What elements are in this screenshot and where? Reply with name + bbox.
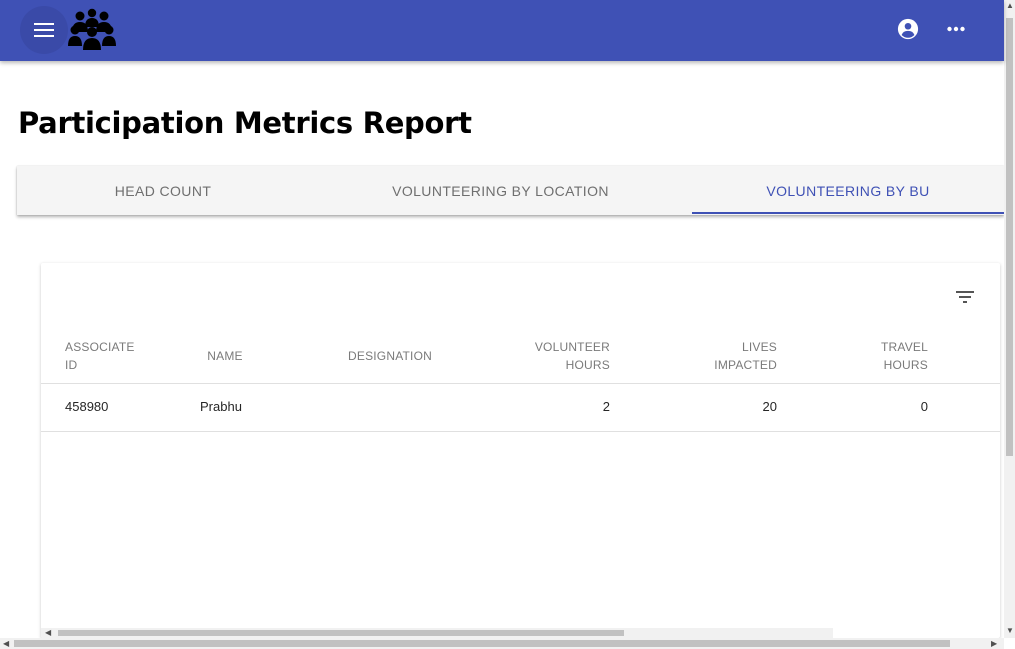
page-scroll-left-arrow-icon[interactable]: ◀ [3, 640, 9, 648]
filter-list-icon [956, 291, 974, 303]
scroll-up-arrow-icon[interactable]: ▲ [1006, 2, 1014, 10]
more-horizontal-icon [947, 26, 965, 32]
app-bar [0, 0, 1004, 61]
menu-button[interactable] [20, 6, 68, 54]
tab-volunteering-by-bu[interactable]: VOLUNTEERING BY BU [692, 166, 1004, 215]
page-title: Participation Metrics Report [18, 106, 472, 140]
cell-volunteer-hours: 2 [602, 399, 610, 414]
cell-travel-hours: 0 [920, 399, 928, 414]
table-row: 458980 Prabhu 2 20 0 [41, 384, 1000, 432]
scroll-left-arrow-icon[interactable]: ◀ [45, 629, 51, 637]
hamburger-menu-icon [34, 23, 54, 37]
column-header-designation[interactable]: DESIGNATION [348, 347, 432, 365]
report-table-card: ASSOCIATE ID NAME DESIGNATION VOLUNTEER … [41, 263, 1000, 638]
cell-name: Prabhu [200, 399, 242, 414]
table-header: ASSOCIATE ID NAME DESIGNATION VOLUNTEER … [41, 325, 1000, 384]
column-header-associate-id[interactable]: ASSOCIATE ID [65, 338, 135, 374]
cell-associate-id: 458980 [65, 399, 109, 414]
tab-head-count[interactable]: HEAD COUNT [17, 166, 309, 215]
more-options-button[interactable] [932, 5, 980, 53]
column-header-name[interactable]: NAME [191, 347, 259, 365]
report-tabs: HEAD COUNT VOLUNTEERING BY LOCATION VOLU… [17, 166, 1004, 215]
column-header-volunteer-hours[interactable]: VOLUNTEER HOURS [510, 338, 610, 374]
scroll-down-arrow-icon[interactable]: ▼ [1006, 627, 1014, 635]
table-horizontal-scrollbar[interactable]: ◀ [41, 628, 833, 638]
filter-button[interactable] [945, 277, 985, 317]
table-scrollbar-thumb[interactable] [58, 630, 624, 636]
vertical-scrollbar-thumb[interactable] [1006, 18, 1013, 456]
column-header-lives-impacted[interactable]: LIVES IMPACTED [677, 338, 777, 374]
horizontal-scrollbar-thumb[interactable] [14, 640, 950, 647]
account-circle-icon [897, 18, 919, 40]
active-tab-indicator [692, 212, 1004, 214]
tab-volunteering-by-location[interactable]: VOLUNTEERING BY LOCATION [309, 166, 692, 215]
account-button[interactable] [884, 5, 932, 53]
people-group-logo [68, 8, 116, 50]
page-vertical-scrollbar[interactable]: ▲ ▼ [1004, 0, 1015, 638]
page-scroll-right-arrow-icon[interactable]: ▶ [991, 640, 997, 648]
page-horizontal-scrollbar[interactable]: ◀ ▶ [0, 638, 1004, 649]
cell-lives-impacted: 20 [762, 399, 777, 414]
column-header-travel-hours[interactable]: TRAVEL HOURS [828, 338, 928, 374]
